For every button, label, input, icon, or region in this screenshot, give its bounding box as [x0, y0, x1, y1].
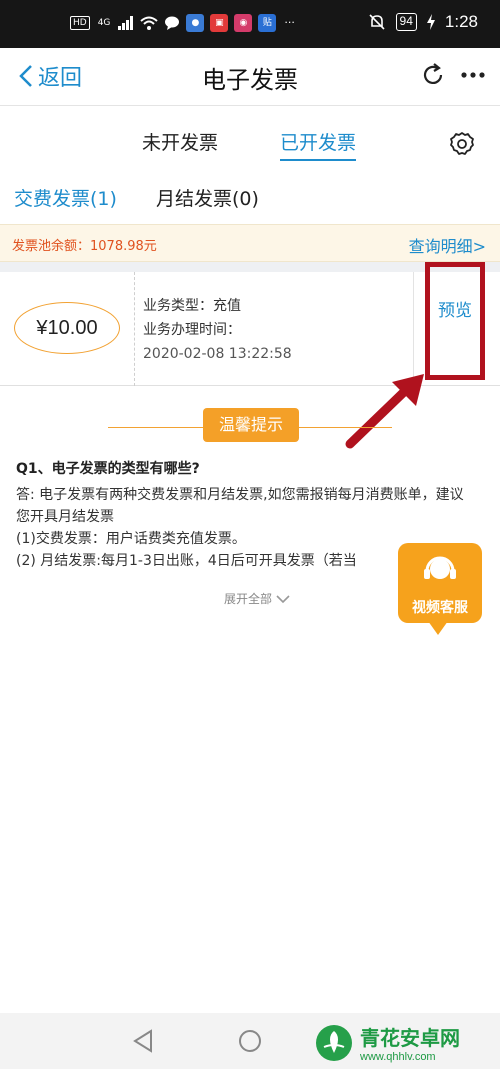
annotation-arrow — [345, 374, 424, 449]
circle-home-icon — [239, 1030, 261, 1052]
app-icon: ◉ — [234, 14, 253, 32]
subtab-monthly[interactable]: 月结发票(0) — [156, 184, 259, 211]
triangle-back-icon — [133, 1029, 152, 1053]
chevron-down-icon — [276, 594, 290, 603]
charging-icon — [426, 14, 435, 30]
status-right: 94 1:28 — [368, 12, 478, 32]
notification-off-icon — [368, 14, 385, 30]
status-left: HD 4G ● ▣ ◉ 贴 ··· — [70, 14, 297, 32]
more-menu-button[interactable] — [460, 62, 486, 94]
invoice-info: 业务类型：充值 业务办理时间： 2020-02-08 13:22:58 — [143, 294, 292, 366]
faq-answer: 答: 电子发票有两种交费发票和月结发票,如您需报销每月消费账单，建议您开具月结发… — [16, 487, 464, 525]
expand-label: 展开全部 — [224, 592, 273, 606]
faq-question: Q1、电子发票的类型有哪些? — [16, 461, 200, 477]
video-service-label: 视频客服 — [412, 600, 468, 616]
business-type: 业务类型：充值 — [143, 298, 241, 314]
nav-bar: 返回 电子发票 — [0, 48, 500, 106]
faq-item-2: (2) 月结发票:每月1-3日出账，4日后可开具发票（若当 — [16, 553, 357, 569]
query-details-link[interactable]: 查询明细> — [409, 233, 486, 257]
headset-icon — [424, 556, 456, 579]
invoice-subtabs: 交费发票(1) 月结发票(0) — [0, 172, 500, 224]
system-back-button[interactable] — [132, 1029, 154, 1057]
business-time-value: 2020-02-08 13:22:58 — [143, 346, 292, 362]
business-time-label: 业务办理时间： — [143, 322, 241, 338]
tips-badge: 温馨提示 — [203, 408, 299, 442]
tab-unissued[interactable]: 未开发票 — [142, 128, 218, 155]
chat-icon — [165, 16, 180, 30]
system-home-button[interactable] — [238, 1029, 262, 1057]
battery-indicator: 94 — [395, 13, 417, 31]
status-bar: HD 4G ● ▣ ◉ 贴 ··· 94 1:28 — [0, 0, 500, 48]
watermark-url: www.qhhlv.com — [360, 1051, 436, 1063]
watermark-logo-icon — [316, 1024, 352, 1061]
hd-label: HD — [70, 16, 90, 30]
watermark: 青花安卓网 www.qhhlv.com — [314, 1022, 460, 1063]
refresh-button[interactable] — [420, 62, 446, 92]
watermark-text: 青花安卓网 www.qhhlv.com — [360, 1022, 460, 1063]
pool-balance: 发票池余额：1078.98元 — [12, 239, 157, 254]
video-service-tail — [428, 621, 448, 635]
video-service-button[interactable]: 视频客服 — [398, 543, 482, 639]
invoice-pool-bar: 发票池余额：1078.98元 查询明细> — [0, 224, 500, 262]
tab-issued[interactable]: 已开发票 — [280, 128, 357, 161]
more-icon — [461, 72, 485, 78]
wifi-icon — [140, 16, 159, 30]
network-label: 4G — [97, 18, 111, 28]
watermark-title: 青花安卓网 — [360, 1026, 460, 1050]
more-notifications-icon: ··· — [284, 16, 295, 29]
gear-icon — [450, 132, 474, 155]
app-icon: 贴 — [258, 14, 277, 32]
card-right-divider — [413, 272, 414, 386]
expand-all-button[interactable]: 展开全部 — [224, 590, 290, 607]
signal-icon — [118, 16, 134, 30]
clock: 1:28 — [444, 12, 478, 31]
card-divider — [134, 272, 135, 386]
refresh-icon — [423, 63, 443, 84]
highlight-box — [425, 262, 485, 380]
subtab-payment[interactable]: 交费发票(1) — [14, 184, 117, 211]
app-icon: ▣ — [210, 14, 229, 32]
app-icon: ● — [186, 14, 205, 32]
settings-button[interactable] — [448, 130, 476, 162]
invoice-tabs: 未开发票 已开发票 — [0, 106, 500, 172]
invoice-amount: ¥10.00 — [14, 302, 120, 354]
